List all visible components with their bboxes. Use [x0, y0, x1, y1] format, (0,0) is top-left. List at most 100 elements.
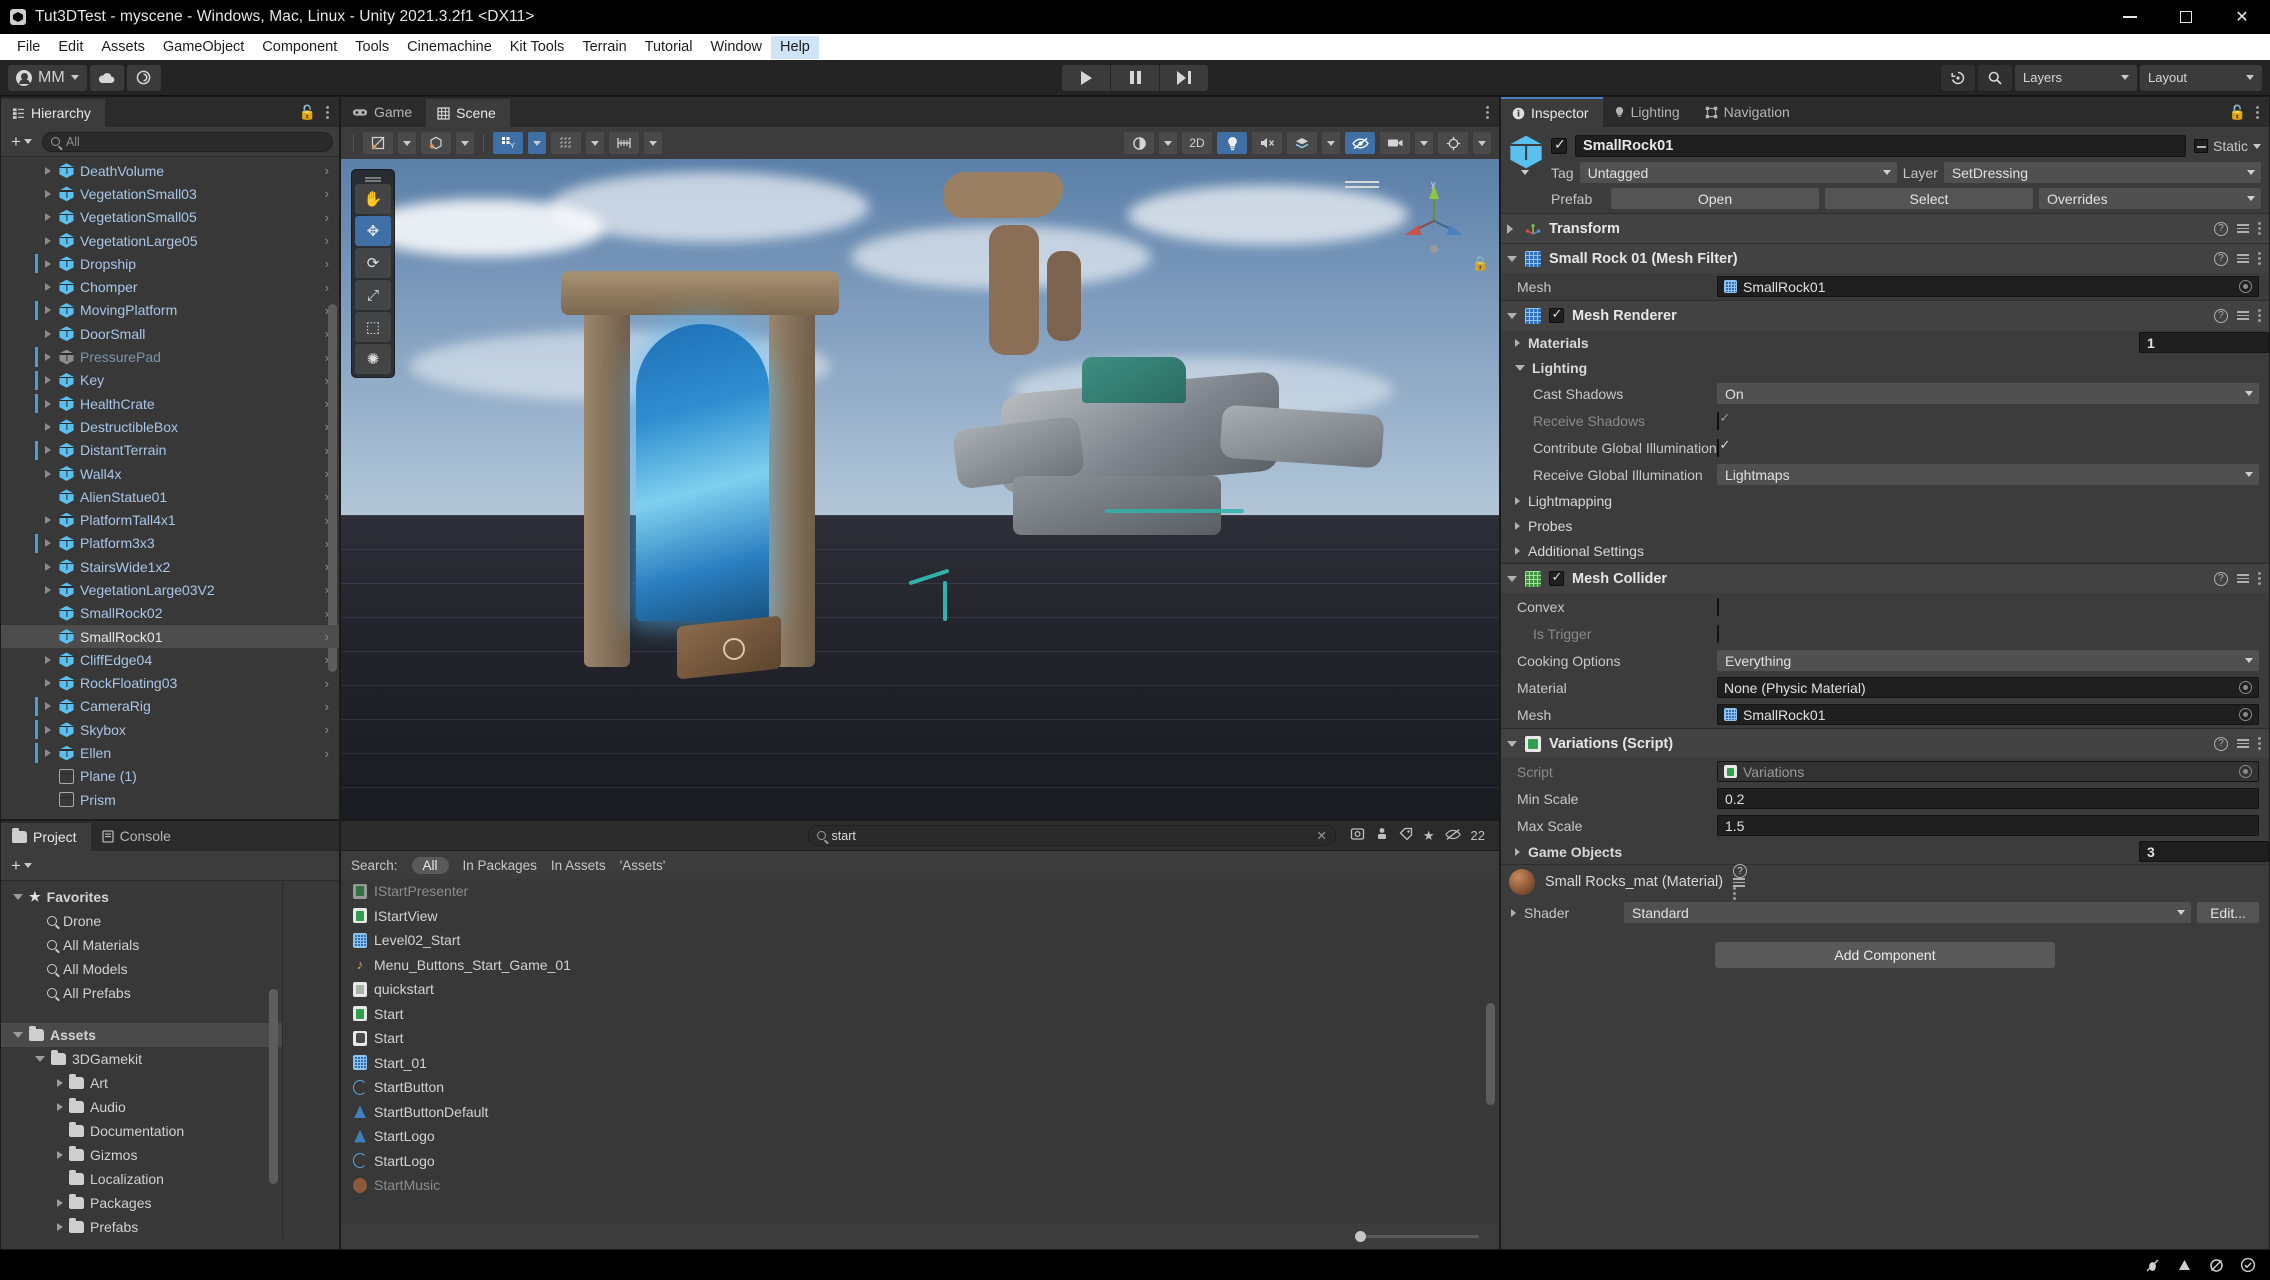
expand-twisty-icon[interactable] — [45, 679, 51, 687]
scene-shading-toggle[interactable] — [1124, 132, 1154, 154]
tab-console[interactable]: Console — [91, 821, 185, 851]
property-dropdown[interactable]: On — [1717, 383, 2259, 404]
add-component-button[interactable]: Add Component — [1715, 942, 2055, 968]
tools-drag-handle[interactable] — [355, 174, 391, 182]
lock-icon[interactable]: 🔓 — [299, 104, 316, 121]
property-checkbox[interactable] — [1717, 439, 1719, 457]
help-icon[interactable]: ? — [2214, 222, 2228, 236]
scene-gizmos-button[interactable] — [1438, 132, 1468, 154]
object-picker-icon[interactable] — [2239, 280, 2252, 293]
project-file-item[interactable]: ♪Menu_Buttons_Start_Game_01 — [341, 953, 1499, 978]
project-file-item[interactable]: StartLogo — [341, 1149, 1499, 1174]
hierarchy-search-input[interactable]: All — [42, 132, 333, 152]
scene-camera-button[interactable] — [1380, 132, 1410, 154]
lock-icon[interactable]: 🔓 — [2229, 104, 2246, 121]
project-file-item[interactable]: Start — [341, 1002, 1499, 1027]
hierarchy-item[interactable]: Ellen› — [1, 741, 339, 764]
component-enabled-checkbox[interactable] — [1549, 571, 1564, 586]
component-expand-twisty-icon[interactable] — [1507, 256, 1517, 262]
material-expand-twisty[interactable] — [1511, 909, 1516, 917]
filter-label-icon[interactable] — [1399, 827, 1413, 844]
hierarchy-item[interactable]: MovingPlatform› — [1, 299, 339, 322]
project-tree-item[interactable]: All Prefabs — [1, 981, 282, 1005]
move-tool-button[interactable]: ✥ — [355, 216, 391, 246]
hierarchy-item[interactable]: DistantTerrain› — [1, 439, 339, 462]
expand-twisty-icon[interactable] — [45, 376, 51, 384]
filter-type-icon[interactable] — [1375, 827, 1389, 844]
chevron-down-icon[interactable] — [2253, 144, 2261, 149]
preset-icon[interactable] — [1733, 878, 1747, 887]
project-file-item[interactable]: IStartPresenter — [341, 879, 1499, 904]
project-file-item[interactable]: StartButtonDefault — [341, 1100, 1499, 1125]
object-reference-field[interactable]: Variations — [1717, 761, 2259, 782]
expand-twisty-icon[interactable] — [57, 1151, 63, 1159]
project-tree-item[interactable]: 3DGamekit — [1, 1047, 282, 1071]
project-tree-item[interactable]: Localization — [1, 1167, 282, 1191]
property-checkbox[interactable] — [1717, 598, 1719, 616]
component-menu-icon[interactable] — [2258, 252, 2261, 265]
thumbnail-size-slider[interactable] — [1359, 1235, 1479, 1238]
help-icon[interactable]: ? — [1733, 864, 1747, 878]
project-tree-item[interactable]: Packages — [1, 1191, 282, 1215]
snap-increment-dropdown[interactable] — [644, 132, 662, 154]
project-add-button[interactable]: + — [7, 856, 36, 876]
tab-scene[interactable]: Scene — [426, 97, 510, 127]
search-button[interactable] — [1978, 65, 2012, 91]
hierarchy-item[interactable]: VegetationLarge03V2› — [1, 578, 339, 601]
project-file-item[interactable]: StartMusic — [341, 1173, 1499, 1198]
expand-twisty-icon[interactable] — [57, 1103, 63, 1111]
hierarchy-item[interactable]: Chomper› — [1, 275, 339, 298]
project-tree-item[interactable]: Gizmos — [1, 1143, 282, 1167]
component-menu-icon[interactable] — [2258, 572, 2261, 585]
prefab-open-chevron-icon[interactable]: › — [325, 699, 329, 714]
expand-twisty-icon[interactable] — [45, 353, 51, 361]
menu-file[interactable]: File — [8, 36, 49, 59]
expand-twisty-icon[interactable] — [13, 1032, 23, 1038]
expand-twisty-icon[interactable] — [45, 563, 51, 571]
project-tree-item[interactable]: Art — [1, 1071, 282, 1095]
hierarchy-item[interactable]: Wall4x› — [1, 462, 339, 485]
inspector-foldout[interactable]: Lightmapping — [1501, 488, 2269, 513]
draw-mode-button[interactable] — [421, 132, 451, 154]
component-menu-icon[interactable] — [2258, 222, 2261, 235]
project-tree-item[interactable]: Drone — [1, 909, 282, 933]
object-picker-icon[interactable] — [2239, 708, 2252, 721]
tab-project[interactable]: Project — [1, 821, 91, 851]
bug-mute-icon[interactable] — [2144, 1257, 2160, 1273]
preset-icon[interactable] — [2237, 254, 2249, 263]
tab-game[interactable]: Game — [341, 97, 426, 127]
snap-increment-button[interactable] — [609, 132, 639, 154]
expand-twisty-icon[interactable] — [45, 237, 51, 245]
prefab-open-chevron-icon[interactable]: › — [325, 256, 329, 271]
inspector-menu-icon[interactable] — [2256, 106, 2259, 119]
prefab-open-chevron-icon[interactable]: › — [325, 396, 329, 411]
menu-assets[interactable]: Assets — [92, 36, 154, 59]
object-picker-icon[interactable] — [2239, 681, 2252, 694]
foldout-twisty-icon[interactable] — [1515, 848, 1521, 856]
prefab-open-chevron-icon[interactable]: › — [325, 186, 329, 201]
expand-twisty-icon[interactable] — [57, 1079, 63, 1087]
project-file-item[interactable]: quickstart — [341, 977, 1499, 1002]
rect-tool-button[interactable]: ⬚ — [355, 312, 391, 342]
grid-visibility-button[interactable] — [551, 132, 581, 154]
hierarchy-item[interactable]: Plane (1) — [1, 765, 339, 788]
project-file-item[interactable]: Level02_Start — [341, 928, 1499, 953]
expand-twisty-icon[interactable] — [45, 423, 51, 431]
scene-axis-gizmo[interactable]: y — [1391, 177, 1477, 263]
overlay-drag-handle[interactable] — [1345, 181, 1379, 183]
prefab-open-chevron-icon[interactable]: › — [325, 559, 329, 574]
help-icon[interactable]: ? — [2214, 309, 2228, 323]
object-enabled-checkbox[interactable] — [1551, 138, 1567, 154]
inspector-content[interactable]: SmallRock01 Static Tag Untagg — [1501, 127, 2269, 1249]
number-input[interactable]: 1.5 — [1717, 815, 2259, 836]
object-reference-field[interactable]: None (Physic Material) — [1717, 677, 2259, 698]
menu-gameobject[interactable]: GameObject — [154, 36, 253, 59]
scene-audio-button[interactable] — [1252, 132, 1282, 154]
hierarchy-add-button[interactable]: + — [7, 132, 36, 152]
shader-dropdown[interactable]: Standard — [1624, 902, 2191, 923]
account-button[interactable]: MM — [8, 65, 87, 91]
save-search-icon[interactable] — [1350, 827, 1365, 844]
tab-navigation[interactable]: Navigation — [1694, 97, 1804, 127]
prefab-open-chevron-icon[interactable]: › — [325, 163, 329, 178]
tab-hierarchy[interactable]: Hierarchy — [1, 97, 105, 127]
